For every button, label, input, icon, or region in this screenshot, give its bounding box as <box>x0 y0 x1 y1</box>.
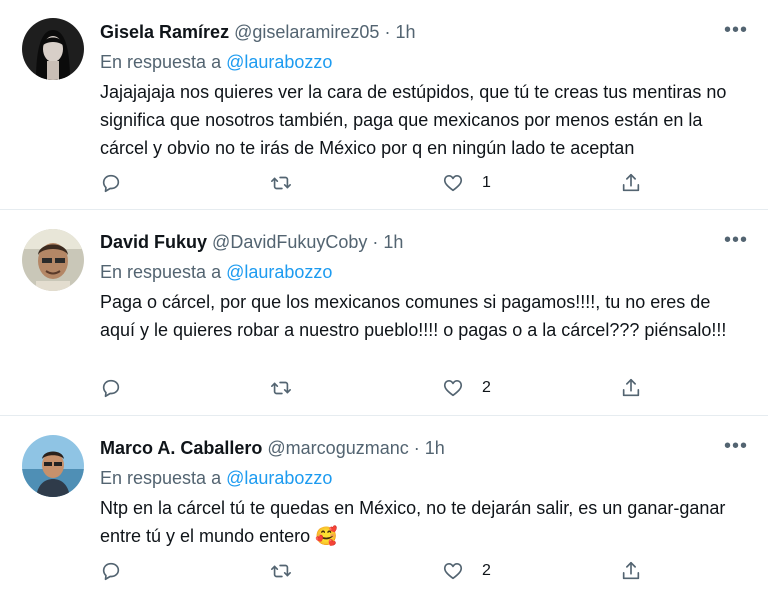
mention-link[interactable]: @laurabozzo <box>226 262 332 282</box>
reply-prefix: En respuesta a <box>100 468 222 488</box>
reply-prefix: En respuesta a <box>100 52 222 72</box>
tweet[interactable]: Gisela Ramírez @giselaramirez05 · 1h •••… <box>0 0 768 210</box>
retweet-icon <box>271 564 291 578</box>
reply-button[interactable] <box>100 556 122 586</box>
separator-dot: · <box>384 22 391 42</box>
like-button[interactable]: 2 <box>442 556 491 586</box>
like-button[interactable]: 1 <box>442 168 491 198</box>
like-icon <box>443 380 463 397</box>
tweet-text: Jajajajaja nos quieres ver la cara de es… <box>100 82 727 158</box>
author-name[interactable]: Gisela Ramírez <box>100 22 229 42</box>
author-handle[interactable]: @giselaramirez05 <box>234 22 379 42</box>
more-options-icon[interactable]: ••• <box>724 230 748 250</box>
tweet-header: David Fukuy @DavidFukuyCoby · 1h <box>100 230 403 254</box>
more-options-icon[interactable]: ••• <box>724 20 748 40</box>
author-name[interactable]: Marco A. Caballero <box>100 438 262 458</box>
reply-context: En respuesta a @laurabozzo <box>100 466 332 490</box>
share-icon <box>622 561 640 580</box>
reply-feed: Gisela Ramírez @giselaramirez05 · 1h •••… <box>0 0 768 600</box>
mention-link[interactable]: @laurabozzo <box>226 468 332 488</box>
retweet-button[interactable] <box>270 373 292 403</box>
share-icon <box>622 378 640 397</box>
timestamp[interactable]: 1h <box>425 438 445 458</box>
share-button[interactable] <box>620 556 642 586</box>
share-button[interactable] <box>620 373 642 403</box>
tweet-actions: 2 <box>100 556 748 586</box>
reply-button[interactable] <box>100 373 122 403</box>
share-icon <box>622 173 640 192</box>
like-button[interactable]: 2 <box>442 373 491 403</box>
like-icon <box>443 175 463 192</box>
separator-dot: · <box>372 232 379 252</box>
reply-icon <box>102 379 120 398</box>
like-count: 2 <box>482 379 491 396</box>
separator-dot: · <box>413 438 420 458</box>
retweet-button[interactable] <box>270 556 292 586</box>
retweet-icon <box>271 176 291 190</box>
timestamp[interactable]: 1h <box>395 22 415 42</box>
mention-link[interactable]: @laurabozzo <box>226 52 332 72</box>
avatar[interactable] <box>22 18 84 80</box>
retweet-icon <box>271 381 291 395</box>
tweet[interactable]: David Fukuy @DavidFukuyCoby · 1h ••• En … <box>0 210 768 416</box>
author-handle[interactable]: @marcoguzmanc <box>267 438 408 458</box>
more-options-icon[interactable]: ••• <box>724 436 748 456</box>
author-name[interactable]: David Fukuy <box>100 232 207 252</box>
avatar[interactable] <box>22 435 84 497</box>
reply-context: En respuesta a @laurabozzo <box>100 50 332 74</box>
share-button[interactable] <box>620 168 642 198</box>
tweet-actions: 1 <box>100 168 748 198</box>
reply-icon <box>102 562 120 581</box>
like-count: 1 <box>482 174 491 191</box>
author-handle[interactable]: @DavidFukuyCoby <box>212 232 367 252</box>
tweet-header: Marco A. Caballero @marcoguzmanc · 1h <box>100 436 445 460</box>
tweet-text: Ntp en la cárcel tú te quedas en México,… <box>100 498 726 546</box>
timestamp[interactable]: 1h <box>383 232 403 252</box>
avatar[interactable] <box>22 229 84 291</box>
tweet-actions: 2 <box>100 373 748 403</box>
like-icon <box>443 563 463 580</box>
reply-prefix: En respuesta a <box>100 262 222 282</box>
reply-context: En respuesta a @laurabozzo <box>100 260 332 284</box>
tweet-header: Gisela Ramírez @giselaramirez05 · 1h <box>100 20 415 44</box>
like-count: 2 <box>482 562 491 579</box>
tweet-text: Paga o cárcel, por que los mexicanos com… <box>100 292 727 340</box>
reply-button[interactable] <box>100 168 122 198</box>
retweet-button[interactable] <box>270 168 292 198</box>
reply-icon <box>102 174 120 193</box>
tweet[interactable]: Marco A. Caballero @marcoguzmanc · 1h ••… <box>0 416 768 600</box>
